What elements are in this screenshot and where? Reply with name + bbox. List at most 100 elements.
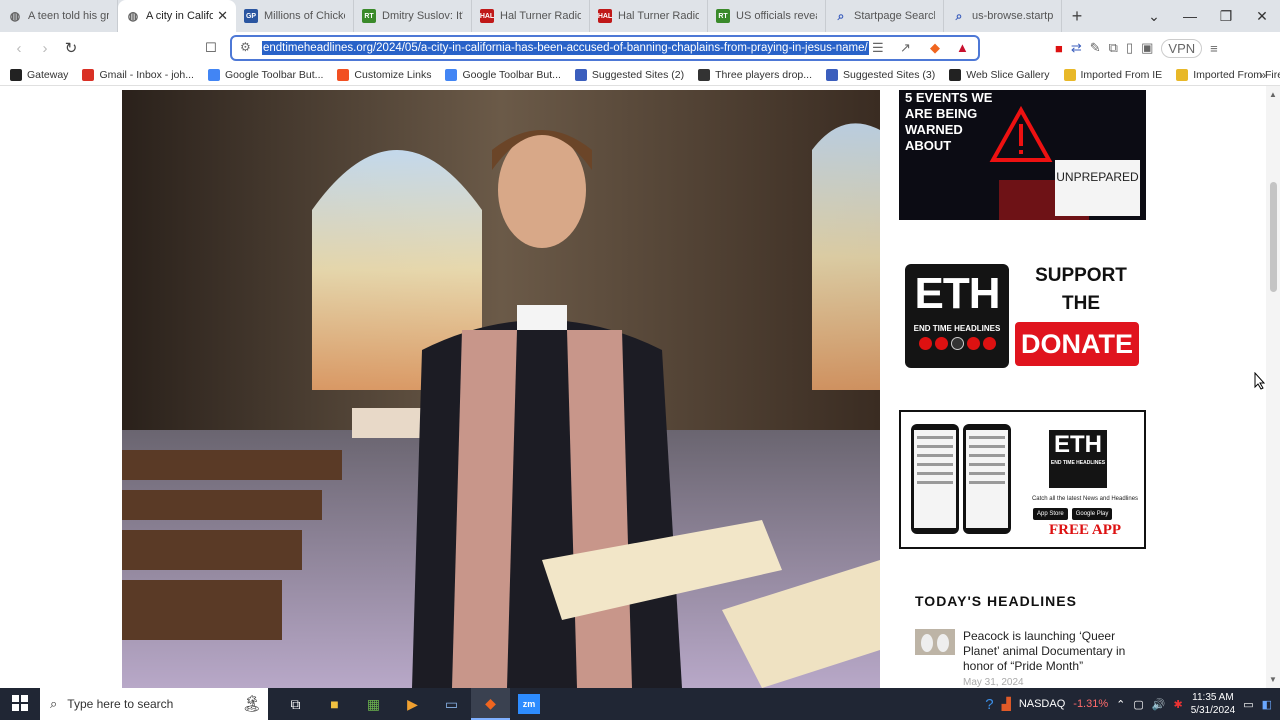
- brave-rewards-icon[interactable]: ▲: [956, 40, 969, 55]
- bookmark-item[interactable]: Customize Links: [337, 68, 432, 81]
- tab-8[interactable]: ⌕ us-browse.startpag: [944, 0, 1062, 32]
- scroll-down-arrow[interactable]: ▼: [1269, 675, 1277, 684]
- extensions-area: ■ ⇄ ✎ ⧉ ▯ ▣ VPN ≡: [1055, 32, 1218, 64]
- system-clock[interactable]: 11:35 AM 5/31/2024: [1191, 691, 1236, 717]
- menu-icon[interactable]: ≡: [1210, 41, 1218, 56]
- media-player-icon[interactable]: ▶: [393, 688, 432, 720]
- headline-date: May 31, 2024: [963, 677, 1024, 688]
- tab-title: A teen told his gra: [28, 10, 109, 22]
- system-tray: ? ▟ NASDAQ -1.31% ⌃ ▢ 🔊 ✱ 11:35 AM 5/31/…: [985, 688, 1280, 720]
- donate-ad[interactable]: ETH END TIME HEADLINES SUPPORT THE MINIS…: [899, 260, 1146, 370]
- alert-icon[interactable]: ✱: [1173, 698, 1182, 711]
- new-tab-button[interactable]: +: [1062, 6, 1092, 27]
- start-button[interactable]: [0, 694, 40, 714]
- bookmark-item[interactable]: Gmail - Inbox - joh...: [82, 68, 194, 81]
- tab-4[interactable]: HAL Hal Turner Radio Sh: [472, 0, 590, 32]
- bookmark-label: Gmail - Inbox - joh...: [99, 68, 194, 81]
- tab-title: US officials reveal: [736, 10, 817, 22]
- wallet-icon[interactable]: ▣: [1141, 40, 1153, 56]
- vpn-button[interactable]: VPN: [1161, 38, 1203, 58]
- address-bar[interactable]: ⚙ endtimeheadlines.org/2024/05/a-city-in…: [230, 35, 980, 61]
- phone-mockup: [963, 424, 1011, 534]
- eth-app-logo: ETH END TIME HEADLINES: [1049, 430, 1107, 488]
- share-icon[interactable]: ↗: [900, 40, 911, 56]
- bookmark-favicon: [698, 68, 711, 81]
- bookmark-label: Google Toolbar But...: [462, 68, 561, 81]
- events-ad[interactable]: 5 EVENTS WE ARE BEING WARNED ABOUT UNPRE…: [899, 90, 1146, 220]
- restore-button[interactable]: ❐: [1208, 0, 1244, 32]
- translate-icon[interactable]: ⇄: [1071, 40, 1082, 56]
- bookmarks-overflow-icon[interactable]: »: [1259, 68, 1266, 82]
- zoom-app-icon[interactable]: zm: [518, 694, 540, 714]
- show-hidden-icons[interactable]: ⌃: [1116, 698, 1125, 711]
- headline-thumbnail[interactable]: [915, 629, 955, 655]
- headline-item[interactable]: Peacock is launching ‘Queer Planet’ anim…: [915, 629, 1146, 688]
- network-icon[interactable]: ▢: [1133, 698, 1143, 711]
- pen-icon[interactable]: ✎: [1090, 40, 1101, 56]
- eth-logo: ETH END TIME HEADLINES: [905, 264, 1009, 368]
- back-button[interactable]: ‹: [6, 40, 32, 57]
- article-hero-image: [122, 90, 880, 688]
- tab-0[interactable]: ◍ A teen told his gra: [0, 0, 118, 32]
- bookmark-label: Customize Links: [354, 68, 432, 81]
- file-explorer-icon[interactable]: ■: [315, 688, 354, 720]
- tab-search-icon[interactable]: ⌄: [1136, 0, 1172, 32]
- app-store-badge[interactable]: App Store: [1033, 508, 1068, 520]
- sidebar-icon[interactable]: ▯: [1126, 40, 1133, 56]
- task-view-icon[interactable]: ⧉: [276, 688, 315, 720]
- bookmark-item[interactable]: Gateway: [10, 68, 68, 81]
- brave-shields-icon[interactable]: ◆: [930, 40, 940, 56]
- app-window-icon[interactable]: ▭: [432, 688, 471, 720]
- bookmark-favicon: [207, 68, 220, 81]
- url-text[interactable]: endtimeheadlines.org/2024/05/a-city-in-c…: [262, 41, 869, 55]
- tab-5[interactable]: HAL Hal Turner Radio Sh: [590, 0, 708, 32]
- forward-button[interactable]: ›: [32, 40, 58, 57]
- google-play-badge[interactable]: Google Play: [1071, 508, 1113, 520]
- volume-icon[interactable]: 🔊: [1152, 698, 1166, 711]
- close-window-button[interactable]: ✕: [1244, 0, 1280, 32]
- reload-button[interactable]: ↻: [58, 39, 84, 57]
- taskbar-search[interactable]: ⌕ Type here to search 🏝: [40, 688, 268, 720]
- puzzle-icon[interactable]: ⧉: [1109, 40, 1118, 56]
- windows-taskbar: ⌕ Type here to search 🏝 ⧉ ■ ▦ ▶ ▭ ◆ zm ?…: [0, 688, 1280, 720]
- free-app-ad[interactable]: ETH END TIME HEADLINES Catch all the lat…: [899, 410, 1146, 549]
- color-app-icon[interactable]: ◧: [1262, 698, 1272, 711]
- ticker-name[interactable]: NASDAQ: [1019, 698, 1065, 710]
- scroll-up-arrow[interactable]: ▲: [1269, 90, 1277, 99]
- bookmark-item[interactable]: Google Toolbar But...: [445, 68, 561, 81]
- headline-link[interactable]: Peacock is launching ‘Queer Planet’ anim…: [963, 629, 1143, 674]
- store-icon[interactable]: ▦: [354, 688, 393, 720]
- phone-mockup: [911, 424, 959, 534]
- clock-date: 5/31/2024: [1190, 705, 1236, 716]
- tab-7[interactable]: ⌕ Startpage Search R: [826, 0, 944, 32]
- bookmark-item[interactable]: Google Toolbar But...: [207, 68, 324, 81]
- bookmark-item[interactable]: Suggested Sites (2): [574, 68, 684, 81]
- tab-3[interactable]: RT Dmitry Suslov: It's: [354, 0, 472, 32]
- tab-title: Hal Turner Radio Sh: [618, 10, 699, 22]
- brave-browser-icon[interactable]: ◆: [471, 688, 510, 720]
- site-info-icon[interactable]: ⚙: [240, 40, 251, 54]
- bookmark-item[interactable]: Imported From IE: [1063, 68, 1162, 81]
- close-tab-icon[interactable]: ✕: [217, 8, 228, 24]
- eth-app-logo-subtitle: END TIME HEADLINES: [1050, 460, 1106, 466]
- tab-1[interactable]: ◍ A city in Califo ✕: [118, 0, 236, 32]
- donate-button[interactable]: DONATE: [1015, 322, 1139, 366]
- tab-2[interactable]: GP Millions of Chicker: [236, 0, 354, 32]
- reader-mode-icon[interactable]: ☰: [872, 40, 884, 56]
- extension-red-icon[interactable]: ■: [1055, 41, 1063, 56]
- bookmark-label: Google Toolbar But...: [224, 68, 324, 81]
- help-icon[interactable]: ?: [985, 696, 993, 713]
- bookmark-item[interactable]: Three players drop...: [698, 68, 812, 81]
- notifications-icon[interactable]: ▭: [1243, 698, 1253, 711]
- page-scrollbar[interactable]: ▲ ▼: [1266, 86, 1280, 688]
- bookmark-favicon: [445, 68, 458, 81]
- minimize-button[interactable]: —: [1172, 0, 1208, 32]
- bookmark-icon[interactable]: ☐: [198, 40, 224, 56]
- bookmark-item[interactable]: Suggested Sites (3): [826, 68, 935, 81]
- bookmark-item[interactable]: Web Slice Gallery: [949, 68, 1050, 81]
- tab-favicon: ⌕: [955, 8, 963, 23]
- scrollbar-thumb[interactable]: [1270, 182, 1277, 292]
- sidebar: 5 EVENTS WE ARE BEING WARNED ABOUT UNPRE…: [899, 90, 1146, 688]
- eth-logo-subtitle: END TIME HEADLINES: [913, 324, 1001, 333]
- tab-6[interactable]: RT US officials reveal: [708, 0, 826, 32]
